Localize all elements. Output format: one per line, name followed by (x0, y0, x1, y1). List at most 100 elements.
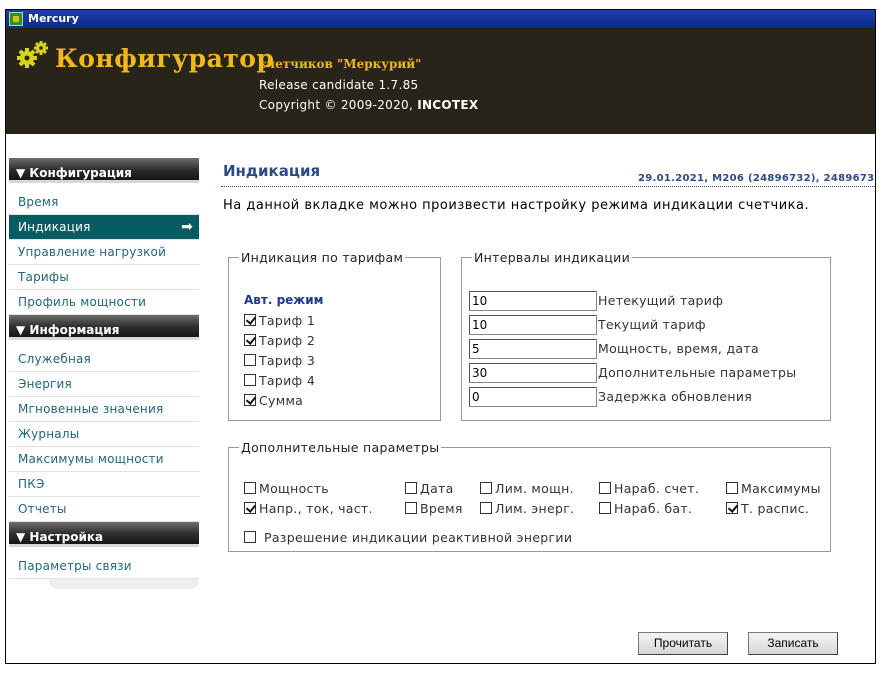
write-button[interactable]: Записать (748, 632, 838, 655)
sidebar-item-power-profile[interactable]: Профиль мощности (9, 290, 199, 315)
checkbox-checked-icon (244, 502, 256, 514)
time-checkbox[interactable]: Время (405, 501, 463, 517)
sidebar-item-indication[interactable]: Индикация ➡ (9, 215, 199, 240)
checkbox-label: Время (420, 501, 463, 516)
page-title: Индикация (223, 162, 321, 180)
checkbox-unchecked-icon (480, 482, 492, 494)
title-divider (221, 186, 875, 187)
sidebar-item-label: Индикация (18, 220, 91, 234)
indication-intervals-group: Интервалы индикации Нетекущий тариф Теку… (461, 250, 831, 421)
title-bar: Mercury (6, 10, 875, 28)
tariff-4-checkbox[interactable]: Тариф 4 (244, 373, 315, 389)
tariff-indication-group: Индикация по тарифам Авт. режим Тариф 1 … (228, 250, 441, 421)
sidebar-item-pke[interactable]: ПКЭ (9, 472, 199, 497)
maximums-checkbox[interactable]: Максимумы (726, 481, 821, 497)
checkbox-label: Тариф 4 (259, 373, 316, 388)
meter-info: 29.01.2021, М206 (24896732), 24896732 (638, 173, 876, 184)
tariff-2-checkbox[interactable]: Тариф 2 (244, 333, 315, 349)
copyright: Copyright © 2009-2020, INCOTEX (259, 98, 478, 112)
checkbox-unchecked-icon (480, 502, 492, 514)
gears-icon (17, 41, 48, 68)
checkbox-label: Нараб. счет. (614, 481, 700, 496)
auto-mode-label: Авт. режим (244, 293, 324, 307)
checkbox-label: Тариф 3 (259, 353, 316, 368)
sidebar-item-power-maximums[interactable]: Максимумы мощности (9, 447, 199, 472)
checkbox-label: Тариф 1 (259, 313, 316, 328)
interval-label: Текущий тариф (598, 317, 706, 332)
checkbox-checked-icon (244, 394, 256, 406)
checkbox-unchecked-icon (405, 482, 417, 494)
checkbox-label: Лим. энерг. (495, 501, 575, 516)
sidebar-item-connection-params[interactable]: Параметры связи (9, 554, 199, 579)
checkbox-unchecked-icon (405, 502, 417, 514)
checkbox-label: Сумма (259, 393, 304, 408)
checkbox-label: Мощность (259, 481, 329, 496)
checkbox-label: Напр., ток, част. (259, 501, 373, 516)
interval-label: Нетекущий тариф (598, 293, 724, 308)
noncurrent-tariff-input[interactable] (469, 291, 597, 311)
additional-params-group: Дополнительные параметры Мощность Дата Л… (228, 440, 831, 552)
date-checkbox[interactable]: Дата (405, 481, 454, 497)
app-header: Конфигуратор счетчиков "Меркурий" Releas… (6, 28, 875, 134)
checkbox-unchecked-icon (244, 531, 256, 543)
voltage-current-freq-checkbox[interactable]: Напр., ток, част. (244, 501, 373, 517)
tariff-3-checkbox[interactable]: Тариф 3 (244, 353, 315, 369)
checkbox-label: Нараб. бат. (614, 501, 693, 516)
checkbox-unchecked-icon (599, 502, 611, 514)
sidebar-item-time[interactable]: Время (9, 190, 199, 215)
checkbox-label: Тариф 2 (259, 333, 316, 348)
extra-params-input[interactable] (469, 363, 597, 383)
page-description: На данной вкладке можно произвести настр… (223, 198, 810, 213)
sidebar: ▼ Конфигурация Время Индикация ➡ Управлен… (9, 158, 199, 589)
sidebar-item-load-control[interactable]: Управление нагрузкой (9, 240, 199, 265)
checkbox-checked-icon (726, 502, 738, 514)
checkbox-label: Лим. мощн. (495, 481, 574, 496)
checkbox-checked-icon (244, 314, 256, 326)
extra-group-legend: Дополнительные параметры (241, 440, 440, 455)
checkbox-label: Дата (420, 481, 454, 496)
sidebar-item-instant-values[interactable]: Мгновенные значения (9, 397, 199, 422)
power-time-date-input[interactable] (469, 339, 597, 359)
app-subtitle: счетчиков "Меркурий" (259, 57, 422, 71)
sidebar-item-reports[interactable]: Отчеты (9, 497, 199, 522)
sum-checkbox[interactable]: Сумма (244, 393, 303, 409)
sidebar-section-settings[interactable]: ▼ Настройка (9, 522, 199, 547)
release-version: Release candidate 1.7.85 (259, 78, 419, 92)
power-checkbox[interactable]: Мощность (244, 481, 329, 497)
sidebar-item-service[interactable]: Служебная (9, 347, 199, 372)
tariff-schedule-checkbox[interactable]: Т. распис. (726, 501, 809, 517)
checkbox-label: Разрешение индикации реактивной энергии (264, 530, 573, 545)
sidebar-item-energy[interactable]: Энергия (9, 372, 199, 397)
current-tariff-input[interactable] (469, 315, 597, 335)
checkbox-unchecked-icon (244, 374, 256, 386)
interval-label: Мощность, время, дата (598, 341, 759, 356)
app-name: Конфигуратор (55, 44, 275, 73)
sidebar-item-journals[interactable]: Журналы (9, 422, 199, 447)
update-delay-input[interactable] (469, 387, 597, 407)
intervals-group-legend: Интервалы индикации (474, 250, 631, 265)
app-window: Mercury Конфигуратор счетчиков "Меркурий… (5, 9, 876, 664)
energy-limit-checkbox[interactable]: Лим. энерг. (480, 501, 574, 517)
tariff-1-checkbox[interactable]: Тариф 1 (244, 313, 315, 329)
mercury-app-icon (9, 12, 23, 26)
tariff-group-legend: Индикация по тарифам (241, 250, 404, 265)
sidebar-item-tariffs[interactable]: Тарифы (9, 265, 199, 290)
sidebar-footer (49, 579, 199, 589)
interval-label: Задержка обновления (598, 389, 753, 404)
window-title: Mercury (28, 12, 79, 25)
sidebar-section-configuration[interactable]: ▼ Конфигурация (9, 158, 199, 183)
checkbox-unchecked-icon (244, 354, 256, 366)
sidebar-section-information[interactable]: ▼ Информация (9, 315, 199, 340)
reactive-energy-checkbox[interactable]: Разрешение индикации реактивной энергии (244, 530, 572, 546)
power-limit-checkbox[interactable]: Лим. мощн. (480, 481, 574, 497)
checkbox-unchecked-icon (599, 482, 611, 494)
meter-runtime-checkbox[interactable]: Нараб. счет. (599, 481, 699, 497)
checkbox-label: Т. распис. (741, 501, 810, 516)
checkbox-label: Максимумы (741, 481, 821, 496)
copyright-company: INCOTEX (417, 98, 479, 112)
checkbox-unchecked-icon (244, 482, 256, 494)
battery-runtime-checkbox[interactable]: Нараб. бат. (599, 501, 692, 517)
read-button[interactable]: Прочитать (638, 632, 728, 655)
copyright-text: Copyright © 2009-2020, (259, 98, 418, 112)
checkbox-checked-icon (244, 334, 256, 346)
